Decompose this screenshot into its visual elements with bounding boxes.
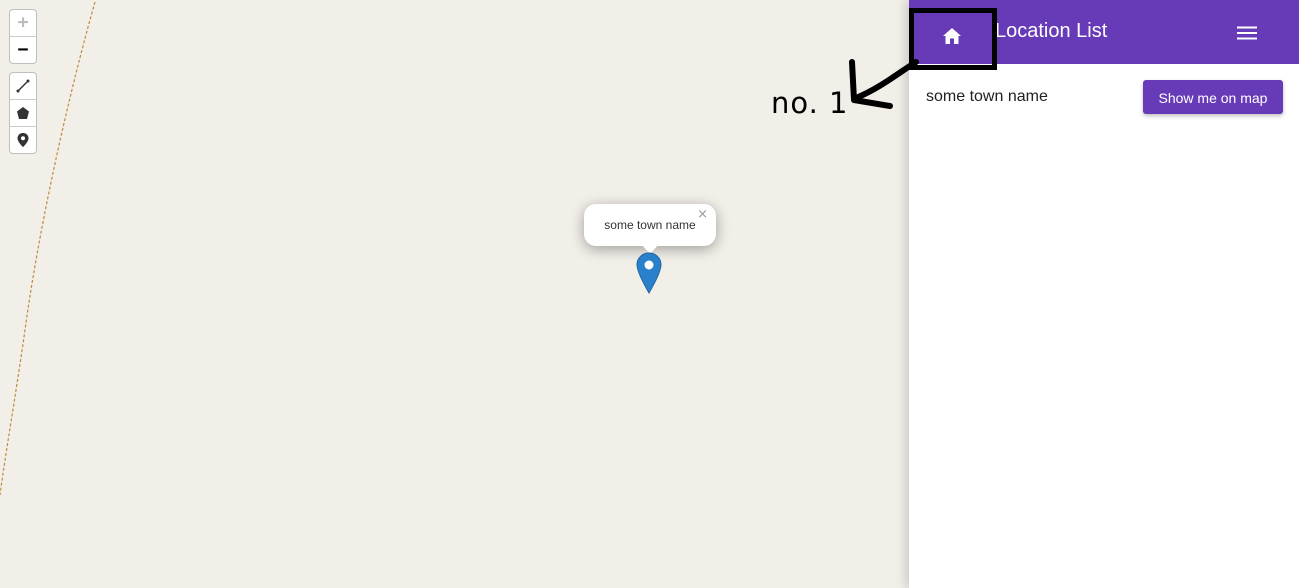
- zoom-in-button[interactable]: +: [10, 10, 36, 36]
- popup-text: some town name: [604, 218, 696, 232]
- list-item: some town name Show me on map: [909, 74, 1299, 120]
- draw-polygon-button[interactable]: [10, 99, 36, 126]
- location-panel: Location List some town name Show me on …: [909, 0, 1299, 588]
- list-item-label: some town name: [926, 88, 1048, 105]
- app-root: + − × some town name Location List some …: [0, 0, 1299, 588]
- draw-toolbar: [9, 72, 37, 154]
- draw-marker-button[interactable]: [10, 126, 36, 153]
- annotation-highlight-box: [909, 8, 997, 70]
- polyline-icon: [16, 79, 30, 93]
- draw-polyline-button[interactable]: [10, 73, 36, 99]
- zoom-control: + −: [9, 9, 37, 64]
- marker-icon: [17, 133, 29, 147]
- annotation-arrow-icon: [849, 59, 919, 109]
- show-on-map-button[interactable]: Show me on map: [1143, 80, 1283, 114]
- map-marker-icon[interactable]: [636, 252, 662, 294]
- menu-icon: [1237, 26, 1257, 40]
- menu-button[interactable]: [1233, 21, 1261, 45]
- polygon-icon: [17, 107, 29, 119]
- annotation-label: no. 1: [771, 86, 849, 120]
- map-popup: × some town name: [584, 204, 716, 254]
- panel-title: Location List: [995, 20, 1108, 42]
- zoom-out-button[interactable]: −: [10, 36, 36, 63]
